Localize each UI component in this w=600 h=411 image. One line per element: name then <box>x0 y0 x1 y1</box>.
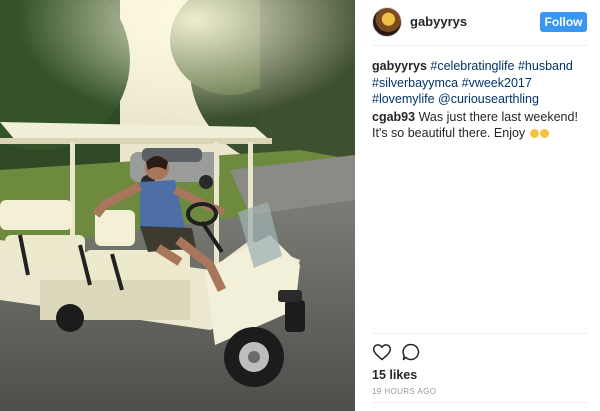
caption-username[interactable]: gabyyrys <box>372 59 427 73</box>
sun-emoji-icon <box>539 129 549 138</box>
post-header: gabyyrys Follow <box>355 0 600 44</box>
footer-divider <box>372 402 587 403</box>
post-sidebar: gabyyrys Follow gabyyrys #celebratinglif… <box>355 0 600 411</box>
comment-icon[interactable] <box>401 342 423 364</box>
like-count[interactable]: 15 likes <box>372 368 417 382</box>
comment-username[interactable]: cgab93 <box>372 110 415 124</box>
heart-icon[interactable] <box>372 342 394 364</box>
post-actions <box>372 342 452 364</box>
post-photo[interactable] <box>0 0 355 411</box>
header-divider <box>372 45 587 46</box>
follow-button[interactable]: Follow <box>540 12 587 32</box>
smile-emoji-icon <box>529 129 539 138</box>
post-timestamp[interactable]: 19 HOURS AGO <box>372 387 436 396</box>
hashtag-link[interactable]: #husband <box>518 59 573 73</box>
hashtag-link[interactable]: #vweek2017 <box>462 76 532 90</box>
photo-scene <box>0 0 355 411</box>
post-username[interactable]: gabyyrys <box>410 14 467 29</box>
comments-section: gabyyrys #celebratinglife #husband #silv… <box>372 58 590 143</box>
mention-link[interactable]: @curiousearthling <box>438 92 539 106</box>
hashtag-link[interactable]: #silverbayymca <box>372 76 458 90</box>
hashtag-link[interactable]: #lovemylife <box>372 92 435 106</box>
comment-item: cgab93 Was just there last weekend! It's… <box>372 109 590 142</box>
hashtag-link[interactable]: #celebratinglife <box>430 59 514 73</box>
actions-divider <box>372 333 587 334</box>
caption: gabyyrys #celebratinglife #husband #silv… <box>372 58 590 108</box>
instagram-post: gabyyrys Follow gabyyrys #celebratinglif… <box>0 0 600 411</box>
avatar[interactable] <box>372 7 402 37</box>
